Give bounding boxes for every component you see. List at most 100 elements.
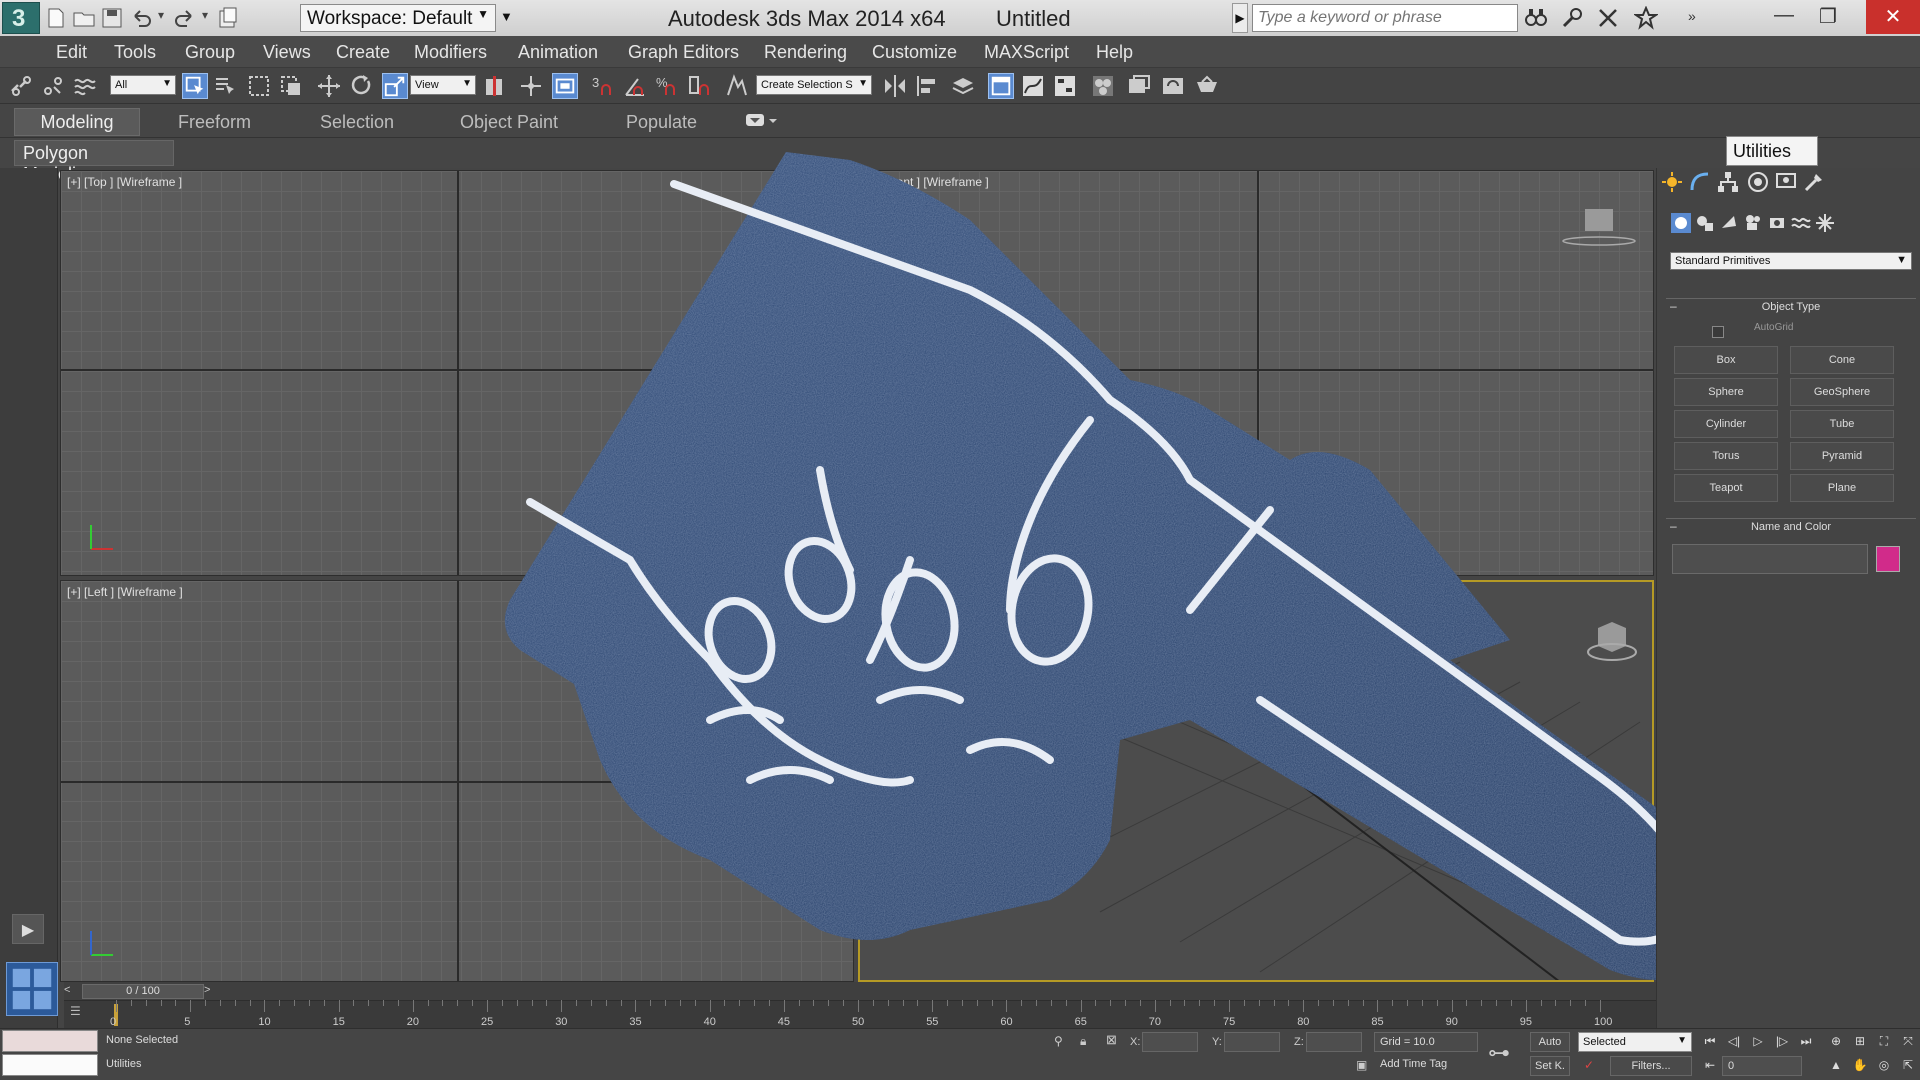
time-tag-icon[interactable]: ▣ (1356, 1058, 1367, 1072)
key-filter-dropdown[interactable]: Selected ▼ (1578, 1032, 1692, 1052)
zoom-icon[interactable]: ⊕ (1826, 1032, 1846, 1052)
tab-freeform[interactable]: Freeform (178, 112, 251, 133)
project-folder-icon[interactable] (216, 6, 240, 30)
menu-graph-editors[interactable]: Graph Editors (628, 42, 739, 63)
communication-icon[interactable] (1596, 6, 1620, 30)
maximize-viewport-icon[interactable]: ⇱ (1898, 1056, 1918, 1076)
move-icon[interactable] (316, 73, 342, 99)
z-coord-field[interactable] (1306, 1032, 1362, 1052)
app-logo-icon[interactable]: 3 (2, 2, 40, 34)
keyboard-shortcut-override-icon[interactable] (552, 73, 578, 99)
spinner-snap-icon[interactable] (686, 73, 712, 99)
snaps-toggle-icon[interactable]: 3 (590, 73, 616, 99)
named-selection-dropdown[interactable]: Create Selection S ▼ (756, 75, 872, 95)
isolate-icon[interactable]: ⚲ (1054, 1034, 1063, 1048)
viewport-label-top[interactable]: [+] [Top ] [Wireframe ] (67, 175, 182, 189)
redo-dropdown-icon[interactable]: ▾ (202, 8, 208, 22)
workspace-dropdown[interactable]: Workspace: Default ▼ (300, 4, 496, 32)
field-of-view-icon[interactable]: ▲ (1826, 1056, 1846, 1076)
torus-button[interactable]: Torus (1674, 442, 1778, 470)
object-name-field[interactable] (1672, 544, 1868, 574)
add-time-tag[interactable]: Add Time Tag (1380, 1058, 1447, 1070)
tab-modeling[interactable]: Modeling (14, 108, 140, 136)
scale-icon[interactable] (382, 73, 408, 99)
systems-icon[interactable] (1814, 212, 1836, 234)
time-slider[interactable] (64, 982, 1656, 1000)
bind-space-warp-icon[interactable] (72, 73, 98, 99)
subscription-icon[interactable] (1560, 6, 1584, 30)
cameras-icon[interactable] (1742, 212, 1764, 234)
set-key-button[interactable]: Set K. (1530, 1056, 1570, 1076)
new-file-icon[interactable] (44, 6, 68, 30)
menu-customize[interactable]: Customize (872, 42, 957, 63)
minimize-button[interactable]: — (1762, 0, 1806, 34)
pivot-center-icon[interactable] (482, 73, 508, 99)
percent-snap-icon[interactable]: % (654, 73, 680, 99)
teapot-button[interactable]: Teapot (1674, 474, 1778, 502)
schematic-view-icon[interactable] (1052, 73, 1078, 99)
pyramid-button[interactable]: Pyramid (1790, 442, 1894, 470)
box-button[interactable]: Box (1674, 346, 1778, 374)
tube-button[interactable]: Tube (1790, 410, 1894, 438)
restore-button[interactable]: ❐ (1806, 0, 1850, 34)
object-color-swatch[interactable] (1876, 546, 1900, 572)
transform-mode-icon[interactable]: ⊠ (1106, 1032, 1117, 1048)
cylinder-button[interactable]: Cylinder (1674, 410, 1778, 438)
menu-maxscript[interactable]: MAXScript (984, 42, 1069, 63)
pan-icon[interactable]: ✋ (1850, 1056, 1870, 1076)
helpers-icon[interactable] (1766, 212, 1788, 234)
selection-filter-dropdown[interactable]: All ▼ (110, 75, 176, 95)
menu-edit[interactable]: Edit (56, 42, 87, 63)
curve-editor-icon[interactable] (1020, 73, 1046, 99)
close-button[interactable]: ✕ (1866, 0, 1920, 34)
infocenter-search-icon[interactable] (1524, 6, 1548, 30)
zoom-extents-icon[interactable]: ⛶ (1874, 1032, 1894, 1052)
render-setup-icon[interactable] (1126, 73, 1152, 99)
hierarchy-tab-icon[interactable] (1716, 170, 1740, 194)
maxscript-input[interactable] (2, 1054, 98, 1076)
render-icon[interactable] (1194, 73, 1220, 99)
key-mode-icon[interactable]: ✓ (1584, 1058, 1594, 1072)
next-frame-icon[interactable]: > (204, 984, 218, 998)
select-manipulate-icon[interactable] (518, 73, 544, 99)
menu-modifiers[interactable]: Modifiers (414, 42, 487, 63)
autogrid-checkbox[interactable] (1712, 326, 1724, 338)
menu-create[interactable]: Create (336, 42, 390, 63)
create-tab-icon[interactable] (1660, 170, 1684, 194)
modify-tab-icon[interactable] (1688, 170, 1712, 194)
menu-rendering[interactable]: Rendering (764, 42, 847, 63)
previous-frame-icon[interactable]: < (64, 984, 78, 998)
mirror-icon[interactable] (882, 73, 908, 99)
select-object-icon[interactable] (182, 73, 208, 99)
space-warps-icon[interactable] (1790, 212, 1812, 234)
time-slider-thumb[interactable]: 0 / 100 (82, 984, 204, 999)
quick-access-menu-icon[interactable]: ▼ (500, 4, 516, 32)
shapes-icon[interactable] (1694, 212, 1716, 234)
angle-snap-icon[interactable] (622, 73, 648, 99)
go-to-start-icon[interactable]: ⏮ (1700, 1032, 1720, 1052)
menu-animation[interactable]: Animation (518, 42, 598, 63)
cone-button[interactable]: Cone (1790, 346, 1894, 374)
redo-icon[interactable] (172, 6, 196, 30)
auto-key-button[interactable]: Auto (1530, 1032, 1570, 1052)
menu-group[interactable]: Group (185, 42, 235, 63)
select-by-name-icon[interactable] (212, 73, 238, 99)
x-coord-field[interactable] (1142, 1032, 1198, 1052)
play-icon[interactable]: ▷ (1748, 1032, 1768, 1052)
menu-tools[interactable]: Tools (114, 42, 156, 63)
expand-panel-icon[interactable]: ▶ (12, 914, 44, 944)
sphere-button[interactable]: Sphere (1674, 378, 1778, 406)
motion-tab-icon[interactable] (1746, 170, 1770, 194)
help-expand-icon[interactable]: » (1688, 8, 1696, 24)
undo-icon[interactable] (130, 6, 154, 30)
undo-dropdown-icon[interactable]: ▾ (158, 8, 164, 22)
tab-object-paint[interactable]: Object Paint (460, 112, 558, 133)
layer-manager-icon[interactable] (950, 73, 976, 99)
edit-named-selection-icon[interactable] (724, 73, 750, 99)
search-expand-icon[interactable]: ▶ (1232, 3, 1248, 33)
search-input[interactable] (1252, 4, 1518, 32)
ribbon-options-icon[interactable] (744, 112, 778, 130)
rendered-frame-window-icon[interactable] (1160, 73, 1186, 99)
go-to-end-icon[interactable]: ⏭ (1796, 1032, 1816, 1052)
favorites-icon[interactable] (1634, 6, 1658, 30)
